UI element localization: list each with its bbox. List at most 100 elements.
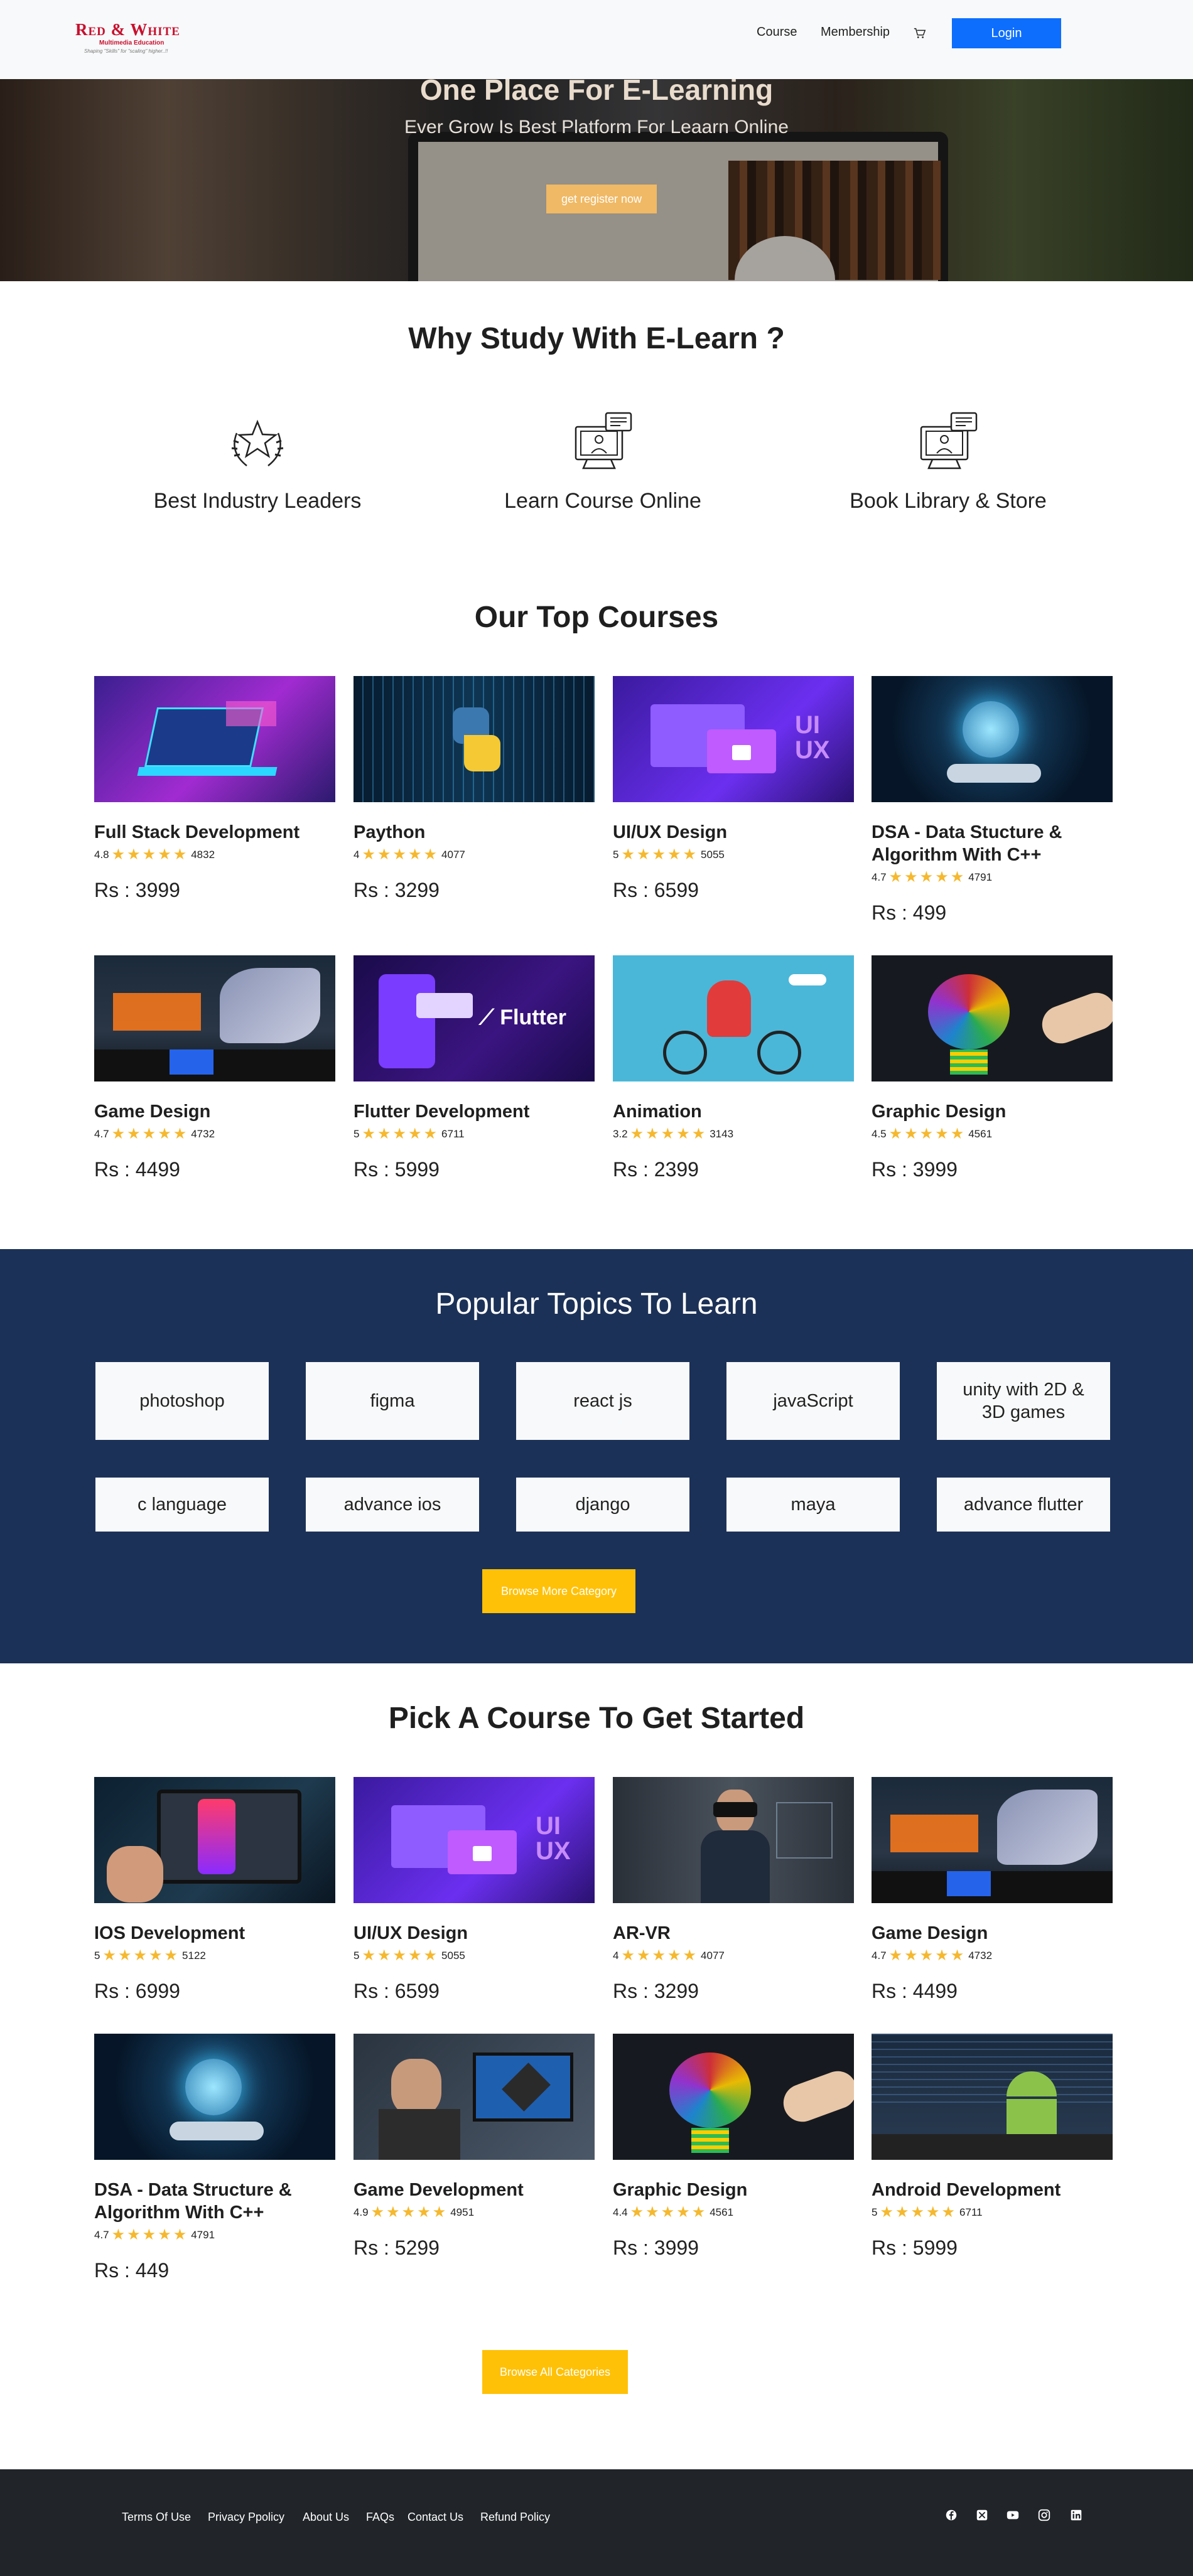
register-button[interactable]: get register now bbox=[546, 185, 657, 213]
footer-link-faqs[interactable]: FAQs bbox=[366, 2511, 394, 2524]
course-thumbnail[interactable] bbox=[94, 955, 335, 1081]
cart-icon[interactable] bbox=[913, 26, 927, 40]
star-rating-icon: ★★★★★ bbox=[888, 1947, 966, 1964]
rating-value: 4.8 bbox=[94, 849, 109, 861]
footer-link-refund[interactable]: Refund Policy bbox=[480, 2511, 550, 2524]
topic-chip[interactable]: react js bbox=[516, 1362, 689, 1440]
topic-chip[interactable]: unity with 2D & 3D games bbox=[937, 1362, 1110, 1440]
rating-count: 4791 bbox=[968, 871, 993, 883]
top-course-card[interactable]: Game Design 4.7 ★★★★★ 4732 Rs : 4499 bbox=[94, 955, 335, 1181]
top-course-card[interactable]: Graphic Design 4.5 ★★★★★ 4561 Rs : 3999 bbox=[872, 955, 1113, 1181]
top-course-card[interactable]: UI UX UI/UX Design 5 ★★★★★ 5055 Rs : 6599 bbox=[613, 676, 854, 902]
course-price: Rs : 3299 bbox=[613, 1980, 699, 2002]
course-thumbnail[interactable] bbox=[872, 955, 1113, 1081]
star-rating-icon: ★★★★★ bbox=[888, 869, 966, 886]
footer-link-contact[interactable]: Contact Us bbox=[408, 2511, 463, 2524]
course-thumbnail[interactable] bbox=[94, 1777, 335, 1903]
footer-link-privacy[interactable]: Privacy Ppolicy bbox=[208, 2511, 284, 2524]
top-course-card[interactable]: Animation 3.2 ★★★★★ 3143 Rs : 2399 bbox=[613, 955, 854, 1181]
course-thumbnail[interactable] bbox=[872, 2034, 1113, 2160]
youtube-icon[interactable] bbox=[1006, 2508, 1020, 2522]
course-rating: 5 ★★★★★ 5122 bbox=[94, 1948, 335, 1963]
feature-online-course: Learn Course Online bbox=[458, 408, 747, 513]
topic-chip[interactable]: advance flutter bbox=[937, 1478, 1110, 1532]
course-thumbnail[interactable] bbox=[94, 2034, 335, 2160]
pick-course-card[interactable]: Android Development 5 ★★★★★ 6711 Rs : 5999 bbox=[872, 2034, 1113, 2260]
course-thumbnail[interactable] bbox=[94, 676, 335, 802]
course-thumbnail[interactable] bbox=[613, 2034, 854, 2160]
course-name[interactable]: Animation bbox=[613, 1100, 854, 1123]
top-course-card[interactable]: ⟋ Flutter Flutter Development 5 ★★★★★ 6711 Rs… bbox=[354, 955, 595, 1181]
pick-course-card[interactable]: Game Design 4.7 ★★★★★ 4732 Rs : 4499 bbox=[872, 1777, 1113, 2003]
course-thumbnail[interactable] bbox=[354, 2034, 595, 2160]
course-name[interactable]: Game Development bbox=[354, 2179, 595, 2201]
topic-chip[interactable]: advance ios bbox=[306, 1478, 479, 1532]
course-rating: 4.7 ★★★★★ 4791 bbox=[94, 2228, 335, 2243]
pick-course-card[interactable]: IOS Development 5 ★★★★★ 5122 Rs : 6999 bbox=[94, 1777, 335, 2003]
brand-name: Red & White bbox=[75, 20, 180, 39]
topic-chip[interactable]: photoshop bbox=[95, 1362, 269, 1440]
rating-count: 4732 bbox=[191, 1128, 215, 1140]
course-name[interactable]: DSA - Data Structure & Algorithm With C+… bbox=[94, 2179, 335, 2224]
course-thumbnail[interactable]: UI UX bbox=[354, 1777, 595, 1903]
topic-chip[interactable]: c language bbox=[95, 1478, 269, 1532]
login-button[interactable]: Login bbox=[952, 18, 1061, 48]
course-name[interactable]: Game Design bbox=[94, 1100, 335, 1123]
brand-motto: Shaping "Skills" for "scaling" higher..!… bbox=[84, 48, 168, 54]
top-course-card[interactable]: DSA - Data Stucture & Algorithm With C++… bbox=[872, 676, 1113, 925]
browse-more-category-button[interactable]: Browse More Category bbox=[482, 1569, 635, 1613]
top-course-card[interactable]: Full Stack Development 4.8 ★★★★★ 4832 Rs : 3… bbox=[94, 676, 335, 902]
course-price: Rs : 499 bbox=[872, 901, 947, 924]
course-thumbnail[interactable] bbox=[872, 1777, 1113, 1903]
course-name[interactable]: DSA - Data Stucture & Algorithm With C++ bbox=[872, 821, 1113, 866]
footer-link-about[interactable]: About Us bbox=[303, 2511, 349, 2524]
course-price: Rs : 3999 bbox=[872, 1158, 958, 1181]
navbar: Red & White Multimedia Education Shaping… bbox=[0, 0, 1193, 79]
course-name[interactable]: Graphic Design bbox=[872, 1100, 1113, 1123]
course-thumbnail[interactable]: ⟋ Flutter bbox=[354, 955, 595, 1081]
course-name[interactable]: UI/UX Design bbox=[613, 821, 854, 844]
pick-course-card[interactable]: UI UX UI/UX Design 5 ★★★★★ 5055 Rs : 6599 bbox=[354, 1777, 595, 2003]
course-name[interactable]: Flutter Development bbox=[354, 1100, 595, 1123]
course-thumbnail[interactable]: UI UX bbox=[613, 676, 854, 802]
rating-value: 4.9 bbox=[354, 2206, 369, 2218]
course-name[interactable]: Paython bbox=[354, 821, 595, 844]
course-rating: 5 ★★★★★ 6711 bbox=[354, 1127, 595, 1142]
course-name[interactable]: UI/UX Design bbox=[354, 1922, 595, 1945]
instagram-icon[interactable] bbox=[1037, 2508, 1051, 2522]
pick-course-card[interactable]: AR-VR 4 ★★★★★ 4077 Rs : 3299 bbox=[613, 1777, 854, 2003]
course-price: Rs : 2399 bbox=[613, 1158, 699, 1181]
course-name[interactable]: Android Development bbox=[872, 2179, 1113, 2201]
rating-count: 5122 bbox=[182, 1950, 206, 1962]
course-price: Rs : 3999 bbox=[613, 2236, 699, 2259]
course-price: Rs : 3299 bbox=[354, 879, 440, 901]
course-thumbnail[interactable] bbox=[354, 676, 595, 802]
top-course-card[interactable]: Paython 4 ★★★★★ 4077 Rs : 3299 bbox=[354, 676, 595, 902]
linkedin-icon[interactable] bbox=[1069, 2508, 1083, 2522]
topic-chip[interactable]: figma bbox=[306, 1362, 479, 1440]
course-name[interactable]: Graphic Design bbox=[613, 2179, 854, 2201]
pick-course-card[interactable]: DSA - Data Structure & Algorithm With C+… bbox=[94, 2034, 335, 2282]
nav-link-course[interactable]: Course bbox=[757, 25, 797, 40]
course-name[interactable]: Full Stack Development bbox=[94, 821, 335, 844]
topic-chip[interactable]: javaScript bbox=[726, 1362, 900, 1440]
topic-chip[interactable]: maya bbox=[726, 1478, 900, 1532]
course-name[interactable]: AR-VR bbox=[613, 1922, 854, 1945]
brand-logo[interactable]: Red & White Multimedia Education Shaping… bbox=[75, 20, 201, 55]
footer-link-terms[interactable]: Terms Of Use bbox=[122, 2511, 191, 2524]
course-name[interactable]: IOS Development bbox=[94, 1922, 335, 1945]
course-thumbnail[interactable] bbox=[872, 676, 1113, 802]
nav-link-membership[interactable]: Membership bbox=[821, 25, 890, 40]
browse-all-categories-button[interactable]: Browse All Categories bbox=[482, 2350, 628, 2394]
course-name[interactable]: Game Design bbox=[872, 1922, 1113, 1945]
topic-chip[interactable]: django bbox=[516, 1478, 689, 1532]
facebook-icon[interactable] bbox=[944, 2508, 958, 2522]
course-price: Rs : 5299 bbox=[354, 2236, 440, 2259]
course-thumbnail[interactable] bbox=[613, 1777, 854, 1903]
pick-course-card[interactable]: Graphic Design 4.4 ★★★★★ 4561 Rs : 3999 bbox=[613, 2034, 854, 2260]
x-twitter-icon[interactable] bbox=[975, 2508, 989, 2522]
rating-count: 6711 bbox=[441, 1128, 465, 1140]
rating-value: 4.7 bbox=[94, 2229, 109, 2241]
pick-course-card[interactable]: Game Development 4.9 ★★★★★ 4951 Rs : 5299 bbox=[354, 2034, 595, 2260]
course-thumbnail[interactable] bbox=[613, 955, 854, 1081]
